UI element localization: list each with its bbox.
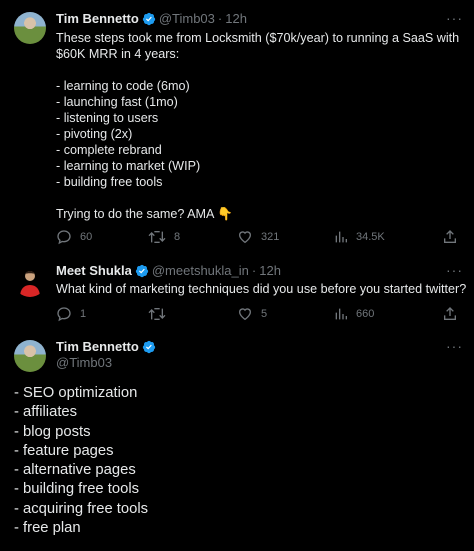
timestamp[interactable]: 12h [225, 11, 247, 26]
author-handle[interactable]: @Timb03 [159, 11, 215, 26]
more-icon[interactable]: ··· [446, 338, 463, 354]
reply-button[interactable]: 60 [56, 228, 92, 246]
author-name[interactable]: Tim Bennetto [56, 11, 139, 26]
like-icon [238, 231, 252, 244]
retweet-icon [148, 231, 166, 243]
retweet-icon [148, 308, 166, 320]
views-icon [335, 308, 347, 320]
like-button[interactable]: 321 [237, 228, 279, 246]
share-button[interactable] [442, 305, 458, 323]
avatar[interactable] [14, 340, 46, 372]
avatar-image [14, 265, 46, 297]
retweet-button[interactable] [148, 305, 174, 323]
more-icon[interactable]: ··· [446, 262, 463, 278]
reply-icon [57, 230, 71, 245]
verified-icon [142, 12, 155, 25]
views-count: 660 [356, 308, 375, 320]
tweet-1[interactable]: Tim Bennetto @Timb03 · 12h ··· These ste… [0, 0, 474, 250]
like-button[interactable]: 5 [237, 305, 267, 323]
share-icon [444, 307, 456, 320]
avatar[interactable] [14, 265, 46, 297]
tweet-header: Tim Bennetto @Timb03 · 12h [56, 11, 247, 26]
views-icon [335, 231, 347, 243]
like-count: 5 [261, 308, 268, 320]
tweet-header: Tim Bennetto @Timb03 [56, 339, 159, 371]
tweet-text: These steps took me from Locksmith ($70k… [56, 31, 460, 221]
like-icon [238, 308, 252, 321]
retweet-button[interactable]: 8 [148, 228, 180, 246]
tweet-2[interactable]: Meet Shukla @meetshukla_in · 12h ··· Wha… [0, 255, 474, 330]
tweet-header: Meet Shukla @meetshukla_in · 12h [56, 263, 281, 278]
timestamp[interactable]: 12h [259, 263, 281, 278]
author-name[interactable]: Tim Bennetto [56, 339, 139, 355]
views-button[interactable]: 660 [334, 305, 374, 323]
avatar[interactable] [14, 12, 46, 44]
tweet-actions: 1 5 660 [56, 305, 456, 323]
author-handle[interactable]: @Timb03 [56, 355, 159, 371]
reply-button[interactable]: 1 [56, 305, 86, 323]
reply-count: 1 [80, 308, 87, 320]
tweet-text: What kind of marketing techniques did yo… [56, 282, 467, 296]
author-handle[interactable]: @meetshukla_in [152, 263, 249, 278]
views-button[interactable]: 34.5K [334, 228, 385, 246]
reply-icon [57, 307, 71, 322]
verified-icon [135, 264, 148, 277]
reply-count: 60 [80, 231, 93, 243]
retweet-count: 8 [174, 231, 181, 243]
like-count: 321 [261, 231, 280, 243]
verified-icon [142, 340, 155, 354]
author-name[interactable]: Meet Shukla [56, 263, 132, 278]
separator: · [217, 11, 223, 26]
more-icon[interactable]: ··· [446, 10, 463, 26]
separator: · [251, 263, 257, 278]
share-icon [444, 230, 456, 243]
share-button[interactable] [442, 228, 458, 246]
views-count: 34.5K [356, 231, 385, 243]
tweet-actions: 60 8 321 34.5K [56, 228, 456, 246]
tweet-text: - SEO optimization - affiliates - blog p… [14, 385, 149, 537]
